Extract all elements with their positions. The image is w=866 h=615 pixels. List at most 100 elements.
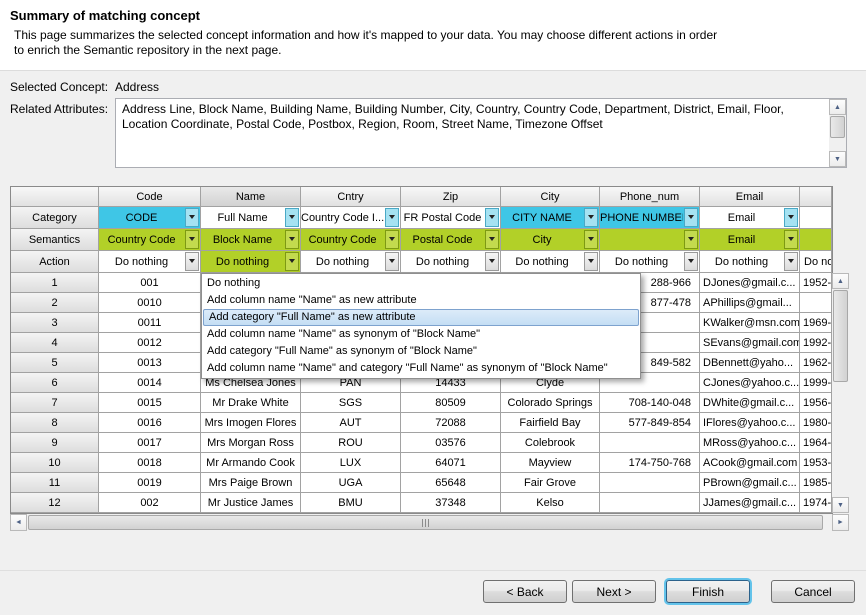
row-number: 8 bbox=[11, 413, 99, 433]
action-dropdown-partial[interactable]: Do nothing bbox=[800, 251, 832, 273]
chevron-down-icon bbox=[185, 230, 199, 249]
button-bar-divider bbox=[0, 570, 866, 571]
related-attributes-text: Address Line, Block Name, Building Name,… bbox=[122, 102, 824, 132]
chevron-down-icon bbox=[584, 252, 598, 271]
cell-name: Mr Drake White bbox=[201, 393, 301, 413]
category-dropdown-zip[interactable]: FR Postal Code bbox=[401, 207, 501, 229]
action-dropdown-name[interactable]: Do nothing bbox=[201, 251, 301, 273]
cancel-button[interactable]: Cancel bbox=[771, 580, 855, 603]
cell-code: 0014 bbox=[99, 373, 201, 393]
page-description: This page summarizes the selected concep… bbox=[14, 28, 717, 58]
menu-item[interactable]: Add column name "Name" as new attribute bbox=[202, 292, 640, 309]
column-header-cntry: Cntry bbox=[301, 187, 401, 207]
cell-code: 0019 bbox=[99, 473, 201, 493]
cell-code: 0013 bbox=[99, 353, 201, 373]
cell-email: KWalker@msn.com bbox=[700, 313, 800, 333]
category-dropdown-partial[interactable] bbox=[800, 207, 832, 229]
cell-zip: 65648 bbox=[401, 473, 501, 493]
scroll-down-icon[interactable]: ▼ bbox=[832, 497, 849, 513]
menu-item-selected[interactable]: Add category "Full Name" as new attribut… bbox=[203, 309, 639, 326]
row-number: 11 bbox=[11, 473, 99, 493]
menu-item[interactable]: Do nothing bbox=[202, 275, 640, 292]
cell-email: DJones@gmail.c... bbox=[700, 273, 800, 293]
chevron-down-icon bbox=[784, 208, 798, 227]
related-attributes-line2: Location Coordinate, Postal Code, Postbo… bbox=[122, 117, 824, 132]
cell-zip: 03576 bbox=[401, 433, 501, 453]
cell-city: Fairfield Bay bbox=[501, 413, 600, 433]
semantics-dropdown-zip[interactable]: Postal Code bbox=[401, 229, 501, 251]
related-attributes-scrollbar[interactable]: ▲ ▼ bbox=[829, 99, 846, 167]
category-dropdown-email[interactable]: Email bbox=[700, 207, 800, 229]
scrollbar-thumb[interactable] bbox=[28, 515, 823, 530]
scrollbar-thumb[interactable] bbox=[830, 116, 845, 138]
cell-phone bbox=[600, 473, 700, 493]
action-row-label: Action bbox=[11, 251, 99, 273]
action-dropdown-email[interactable]: Do nothing bbox=[700, 251, 800, 273]
scroll-up-icon[interactable]: ▲ bbox=[832, 273, 849, 289]
cell-name: Mrs Paige Brown bbox=[201, 473, 301, 493]
chevron-down-icon bbox=[784, 252, 798, 271]
cell-extra bbox=[800, 293, 832, 313]
cell-extra: 1952-1 bbox=[800, 273, 832, 293]
menu-item[interactable]: Add column name "Name" and category "Ful… bbox=[202, 360, 640, 377]
cell-code: 0018 bbox=[99, 453, 201, 473]
scroll-up-icon[interactable]: ▲ bbox=[829, 99, 846, 115]
category-dropdown-city[interactable]: CITY NAME bbox=[501, 207, 600, 229]
category-dropdown-name[interactable]: Full Name bbox=[201, 207, 301, 229]
cell-email: SEvans@gmail.com bbox=[700, 333, 800, 353]
cell-email: DBennett@yaho... bbox=[700, 353, 800, 373]
chevron-down-icon bbox=[285, 230, 299, 249]
cell-city: Kelso bbox=[501, 493, 600, 513]
scroll-right-icon[interactable]: ► bbox=[832, 514, 849, 531]
cell-code: 0012 bbox=[99, 333, 201, 353]
category-dropdown-cntry[interactable]: Country Code I... bbox=[301, 207, 401, 229]
cell-city: Mayview bbox=[501, 453, 600, 473]
chevron-down-icon bbox=[684, 230, 698, 249]
cell-email: CJones@yahoo.c... bbox=[700, 373, 800, 393]
scroll-down-icon[interactable]: ▼ bbox=[829, 151, 846, 167]
cell-extra: 1962-1 bbox=[800, 353, 832, 373]
table-vertical-scrollbar[interactable]: ▲ ▼ bbox=[832, 273, 849, 513]
semantics-dropdown-cntry[interactable]: Country Code bbox=[301, 229, 401, 251]
row-number: 5 bbox=[11, 353, 99, 373]
page-title: Summary of matching concept bbox=[10, 8, 200, 23]
scroll-left-icon[interactable]: ◄ bbox=[10, 514, 27, 531]
action-dropdown-city[interactable]: Do nothing bbox=[501, 251, 600, 273]
menu-item[interactable]: Add column name "Name" as synonym of "Bl… bbox=[202, 326, 640, 343]
category-dropdown-code[interactable]: CODE bbox=[99, 207, 201, 229]
row-number: 4 bbox=[11, 333, 99, 353]
chevron-down-icon bbox=[584, 230, 598, 249]
cell-cntry: LUX bbox=[301, 453, 401, 473]
column-header-city: City bbox=[501, 187, 600, 207]
finish-button[interactable]: Finish bbox=[666, 580, 750, 603]
cell-email: ACook@gmail.com bbox=[700, 453, 800, 473]
cell-city: Colebrook bbox=[501, 433, 600, 453]
semantics-dropdown-partial[interactable] bbox=[800, 229, 832, 251]
next-button[interactable]: Next > bbox=[572, 580, 656, 603]
scrollbar-thumb[interactable] bbox=[833, 290, 848, 382]
cell-cntry: SGS bbox=[301, 393, 401, 413]
cell-code: 0017 bbox=[99, 433, 201, 453]
semantics-dropdown-name[interactable]: Block Name bbox=[201, 229, 301, 251]
table-horizontal-scrollbar[interactable]: ◄ ► bbox=[10, 514, 849, 531]
action-dropdown-phone[interactable]: Do nothing bbox=[600, 251, 700, 273]
menu-item[interactable]: Add category "Full Name" as synonym of "… bbox=[202, 343, 640, 360]
cell-email: APhillips@gmail... bbox=[700, 293, 800, 313]
chevron-down-icon bbox=[584, 208, 598, 227]
page-description-line1: This page summarizes the selected concep… bbox=[14, 28, 717, 43]
chevron-down-icon bbox=[684, 252, 698, 271]
back-button[interactable]: < Back bbox=[483, 580, 567, 603]
cell-name: Mrs Morgan Ross bbox=[201, 433, 301, 453]
semantics-dropdown-phone[interactable] bbox=[600, 229, 700, 251]
semantics-dropdown-code[interactable]: Country Code bbox=[99, 229, 201, 251]
action-dropdown-cntry[interactable]: Do nothing bbox=[301, 251, 401, 273]
category-dropdown-phone[interactable]: PHONE NUMBER bbox=[600, 207, 700, 229]
row-number: 10 bbox=[11, 453, 99, 473]
cell-extra: 1999-0 bbox=[800, 373, 832, 393]
action-dropdown-code[interactable]: Do nothing bbox=[99, 251, 201, 273]
cell-code: 001 bbox=[99, 273, 201, 293]
semantics-dropdown-email[interactable]: Email bbox=[700, 229, 800, 251]
semantics-dropdown-city[interactable]: City bbox=[501, 229, 600, 251]
action-dropdown-zip[interactable]: Do nothing bbox=[401, 251, 501, 273]
column-header-zip: Zip bbox=[401, 187, 501, 207]
